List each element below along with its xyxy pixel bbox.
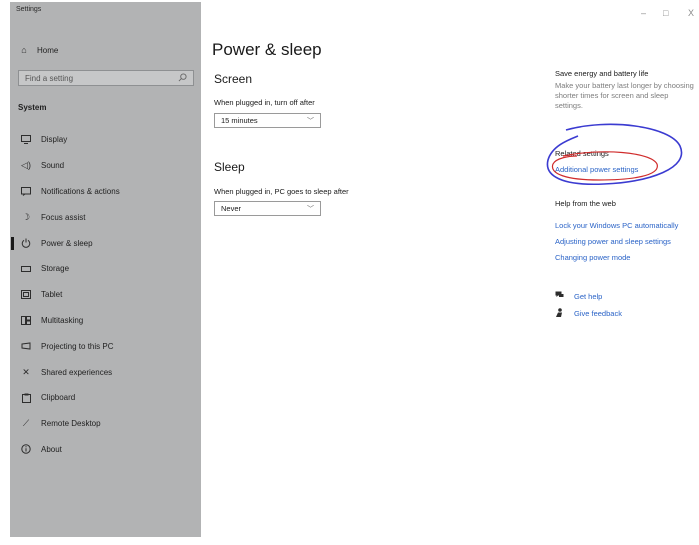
sidebar-item-label: Storage (41, 264, 70, 274)
sidebar-item-power-sleep[interactable]: Power & sleep (10, 230, 201, 256)
sidebar-item-label: Focus assist (41, 212, 86, 222)
app-title: Settings (16, 6, 42, 13)
sleep-timeout-dropdown[interactable]: Never ﹀ (214, 201, 321, 216)
speaker-icon: ◁) (21, 160, 31, 171)
sidebar-item-multitasking[interactable]: Multitasking (10, 308, 201, 334)
sidebar-item-storage[interactable]: Storage (10, 256, 201, 282)
help-link-power-sleep[interactable]: Adjusting power and sleep settings (555, 237, 695, 246)
screen-heading: Screen (214, 72, 253, 86)
sidebar-item-tablet[interactable]: Tablet (10, 282, 201, 308)
help-heading: Help from the web (555, 199, 616, 208)
sidebar-item-label: Remote Desktop (41, 419, 101, 429)
sidebar-item-label: Projecting to this PC (41, 341, 114, 351)
sidebar-item-clipboard[interactable]: Clipboard (10, 385, 201, 411)
sidebar-item-label: Power & sleep (41, 238, 93, 248)
info-icon (21, 444, 31, 455)
screen-timeout-label: When plugged in, turn off after (214, 98, 315, 107)
power-icon (21, 238, 31, 248)
help-link-lock-pc[interactable]: Lock your Windows PC automatically (555, 221, 695, 230)
sidebar-item-projecting[interactable]: Projecting to this PC (10, 333, 201, 359)
notification-icon (21, 186, 31, 196)
close-button[interactable]: X (688, 8, 694, 18)
storage-icon (21, 265, 31, 272)
sidebar-item-shared-experiences[interactable]: ✕ Shared experiences (10, 359, 201, 385)
search-icon (178, 72, 187, 84)
save-energy-description: Make your battery last longer by choosin… (555, 81, 694, 110)
sleep-timeout-value: Never (221, 204, 242, 213)
give-feedback-link[interactable]: Give feedback (555, 308, 695, 319)
help-link-power-mode[interactable]: Changing power mode (555, 253, 695, 262)
feedback-person-icon (555, 308, 564, 319)
search-input[interactable]: Find a setting (18, 70, 194, 86)
clipboard-icon (21, 393, 31, 403)
sidebar-item-display[interactable]: Display (10, 127, 201, 153)
additional-power-settings-link[interactable]: Additional power settings (555, 165, 695, 174)
sidebar-item-label: Display (41, 135, 68, 145)
sidebar-item-label: Notifications & actions (41, 186, 120, 196)
page-title: Power & sleep (212, 40, 322, 59)
minimize-button[interactable]: – (641, 8, 646, 18)
sidebar-item-focus-assist[interactable]: ☽ Focus assist (10, 204, 201, 230)
shared-icon: ✕ (22, 366, 30, 377)
sidebar-nav: Display ◁) Sound Notifications & actions… (10, 127, 201, 462)
sidebar-item-label: About (41, 444, 62, 454)
monitor-icon (21, 135, 31, 145)
projector-icon (21, 342, 31, 351)
settings-window: Settings ⌂ Home Find a setting System Di… (0, 0, 699, 545)
get-help-label: Get help (574, 291, 603, 301)
get-help-link[interactable]: Get help (555, 291, 695, 301)
remote-desktop-icon: ⟋ (22, 418, 30, 429)
chevron-down-icon: ﹀ (307, 205, 314, 213)
sidebar: Settings ⌂ Home Find a setting System Di… (10, 2, 201, 537)
sidebar-item-label: Clipboard (41, 393, 76, 403)
sidebar-item-label: Shared experiences (41, 367, 113, 377)
give-feedback-label: Give feedback (574, 309, 622, 318)
chevron-down-icon: ﹀ (307, 117, 314, 125)
sidebar-item-label: Multitasking (41, 315, 84, 325)
sleep-timeout-label: When plugged in, PC goes to sleep after (214, 187, 349, 196)
sidebar-item-label: Tablet (41, 290, 63, 300)
home-icon: ⌂ (21, 45, 27, 55)
tablet-icon (21, 290, 31, 300)
section-title: System (18, 103, 47, 112)
home-nav-item[interactable]: ⌂ Home (19, 45, 58, 55)
sidebar-item-sound[interactable]: ◁) Sound (10, 153, 201, 179)
multitasking-icon (21, 315, 31, 325)
related-settings-heading: Related settings (555, 149, 609, 158)
sidebar-item-about[interactable]: About (10, 437, 201, 463)
home-label: Home (37, 45, 59, 55)
sidebar-item-notifications[interactable]: Notifications & actions (10, 179, 201, 205)
sidebar-item-remote-desktop[interactable]: ⟋ Remote Desktop (10, 411, 201, 437)
search-placeholder: Find a setting (25, 73, 74, 83)
chat-help-icon (555, 291, 564, 301)
moon-icon: ☽ (21, 211, 31, 222)
sleep-heading: Sleep (214, 160, 245, 174)
screen-timeout-value: 15 minutes (221, 116, 258, 125)
sidebar-item-label: Sound (41, 161, 65, 171)
maximize-button[interactable]: □ (663, 8, 668, 18)
blue-annotation-circle (546, 123, 683, 186)
screen-timeout-dropdown[interactable]: 15 minutes ﹀ (214, 113, 321, 128)
save-energy-heading: Save energy and battery life (555, 69, 649, 78)
